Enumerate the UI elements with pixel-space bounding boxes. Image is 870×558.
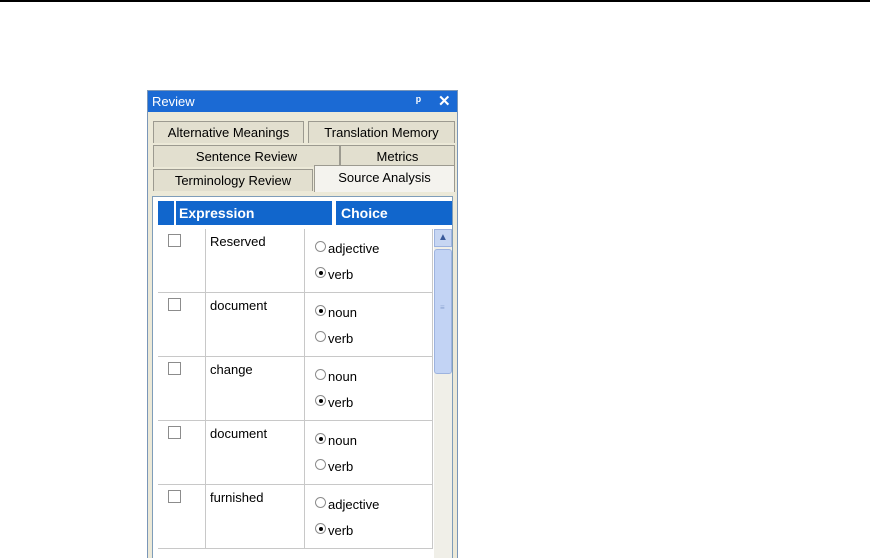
expression-cell: furnished [206, 485, 305, 549]
expression-column-header[interactable]: Expression [176, 201, 332, 225]
choice-option-verb[interactable]: verb [315, 459, 353, 475]
choice-option-verb[interactable]: verb [315, 331, 353, 347]
radio-button[interactable] [315, 433, 326, 445]
choice-option-noun[interactable]: noun [315, 369, 357, 385]
row-checkbox[interactable] [168, 234, 181, 247]
radio-button[interactable] [315, 305, 326, 317]
choice-column-header[interactable]: Choice [336, 201, 452, 225]
row-checkbox[interactable] [168, 490, 181, 503]
choice-label: noun [328, 305, 357, 320]
tab-translation-memory[interactable]: Translation Memory [308, 121, 455, 143]
expression-cell: Reserved [206, 229, 305, 293]
choice-label: adjective [328, 241, 380, 256]
choice-cell: adjective verb [305, 229, 433, 293]
choice-label: verb [328, 395, 354, 410]
radio-button[interactable] [315, 369, 326, 381]
row-checkbox-cell [158, 421, 206, 485]
row-checkbox[interactable] [168, 426, 181, 439]
expression-text: furnished [210, 490, 264, 505]
choice-cell: adjective verb [305, 485, 433, 549]
choice-option-verb[interactable]: verb [315, 523, 353, 539]
choice-cell: noun verb [305, 357, 433, 421]
review-panel: Review ᵖ ✕ Alternative Meanings Translat… [147, 90, 458, 558]
choice-label: noun [328, 369, 357, 384]
choice-label: verb [328, 267, 354, 282]
table-row: document noun verb [158, 293, 433, 357]
expression-text: document [210, 426, 268, 441]
radio-button[interactable] [315, 267, 326, 279]
row-checkbox[interactable] [168, 362, 181, 375]
tab-alternative-meanings[interactable]: Alternative Meanings [153, 121, 304, 143]
choice-label: verb [328, 459, 354, 474]
choice-option-verb[interactable]: verb [315, 267, 353, 283]
radio-button[interactable] [315, 395, 326, 407]
choice-label: adjective [328, 497, 380, 512]
panel-title: Review [152, 94, 195, 109]
choice-label: verb [328, 523, 354, 538]
radio-button[interactable] [315, 459, 326, 471]
scroll-thumb[interactable]: ≡ [434, 249, 452, 374]
top-border-line [0, 0, 870, 2]
choice-cell: noun verb [305, 421, 433, 485]
expression-cell: document [206, 293, 305, 357]
table-row: document noun verb [158, 421, 433, 485]
table-row: Reserved adjective verb [158, 229, 433, 293]
expression-text: document [210, 298, 268, 313]
table-row: change noun verb [158, 357, 433, 421]
row-checkbox[interactable] [168, 298, 181, 311]
expression-cell: document [206, 421, 305, 485]
choice-option-adjective[interactable]: adjective [315, 241, 379, 257]
choice-label: noun [328, 433, 357, 448]
expression-text: change [210, 362, 253, 377]
choice-option-noun[interactable]: noun [315, 305, 357, 321]
row-checkbox-cell [158, 357, 206, 421]
radio-button[interactable] [315, 523, 326, 535]
choice-option-adjective[interactable]: adjective [315, 497, 379, 513]
table-row: furnished adjective verb [158, 485, 433, 549]
radio-button[interactable] [315, 331, 326, 343]
grip-icon: ≡ [440, 303, 445, 312]
tab-terminology-review[interactable]: Terminology Review [153, 169, 313, 191]
select-all-header[interactable] [158, 201, 174, 225]
tab-metrics[interactable]: Metrics [340, 145, 455, 167]
choice-cell: noun verb [305, 293, 433, 357]
row-checkbox-cell [158, 229, 206, 293]
expression-text: Reserved [210, 234, 266, 249]
close-icon[interactable]: ✕ [438, 92, 451, 110]
expression-cell: change [206, 357, 305, 421]
choice-option-verb[interactable]: verb [315, 395, 353, 411]
vertical-scrollbar[interactable]: ▲ ≡ [434, 229, 452, 558]
pin-icon[interactable]: ᵖ [416, 93, 421, 108]
chevron-up-icon[interactable]: ▲ [434, 229, 452, 247]
radio-button[interactable] [315, 497, 326, 509]
tab-sentence-review[interactable]: Sentence Review [153, 145, 340, 167]
choice-label: verb [328, 331, 354, 346]
review-titlebar: Review ᵖ ✕ [148, 91, 457, 112]
tab-source-analysis[interactable]: Source Analysis [314, 165, 455, 192]
choice-option-noun[interactable]: noun [315, 433, 357, 449]
row-checkbox-cell [158, 293, 206, 357]
source-analysis-grid: Expression Choice Reserved adjective verb d… [152, 196, 453, 558]
row-checkbox-cell [158, 485, 206, 549]
radio-button[interactable] [315, 241, 326, 253]
